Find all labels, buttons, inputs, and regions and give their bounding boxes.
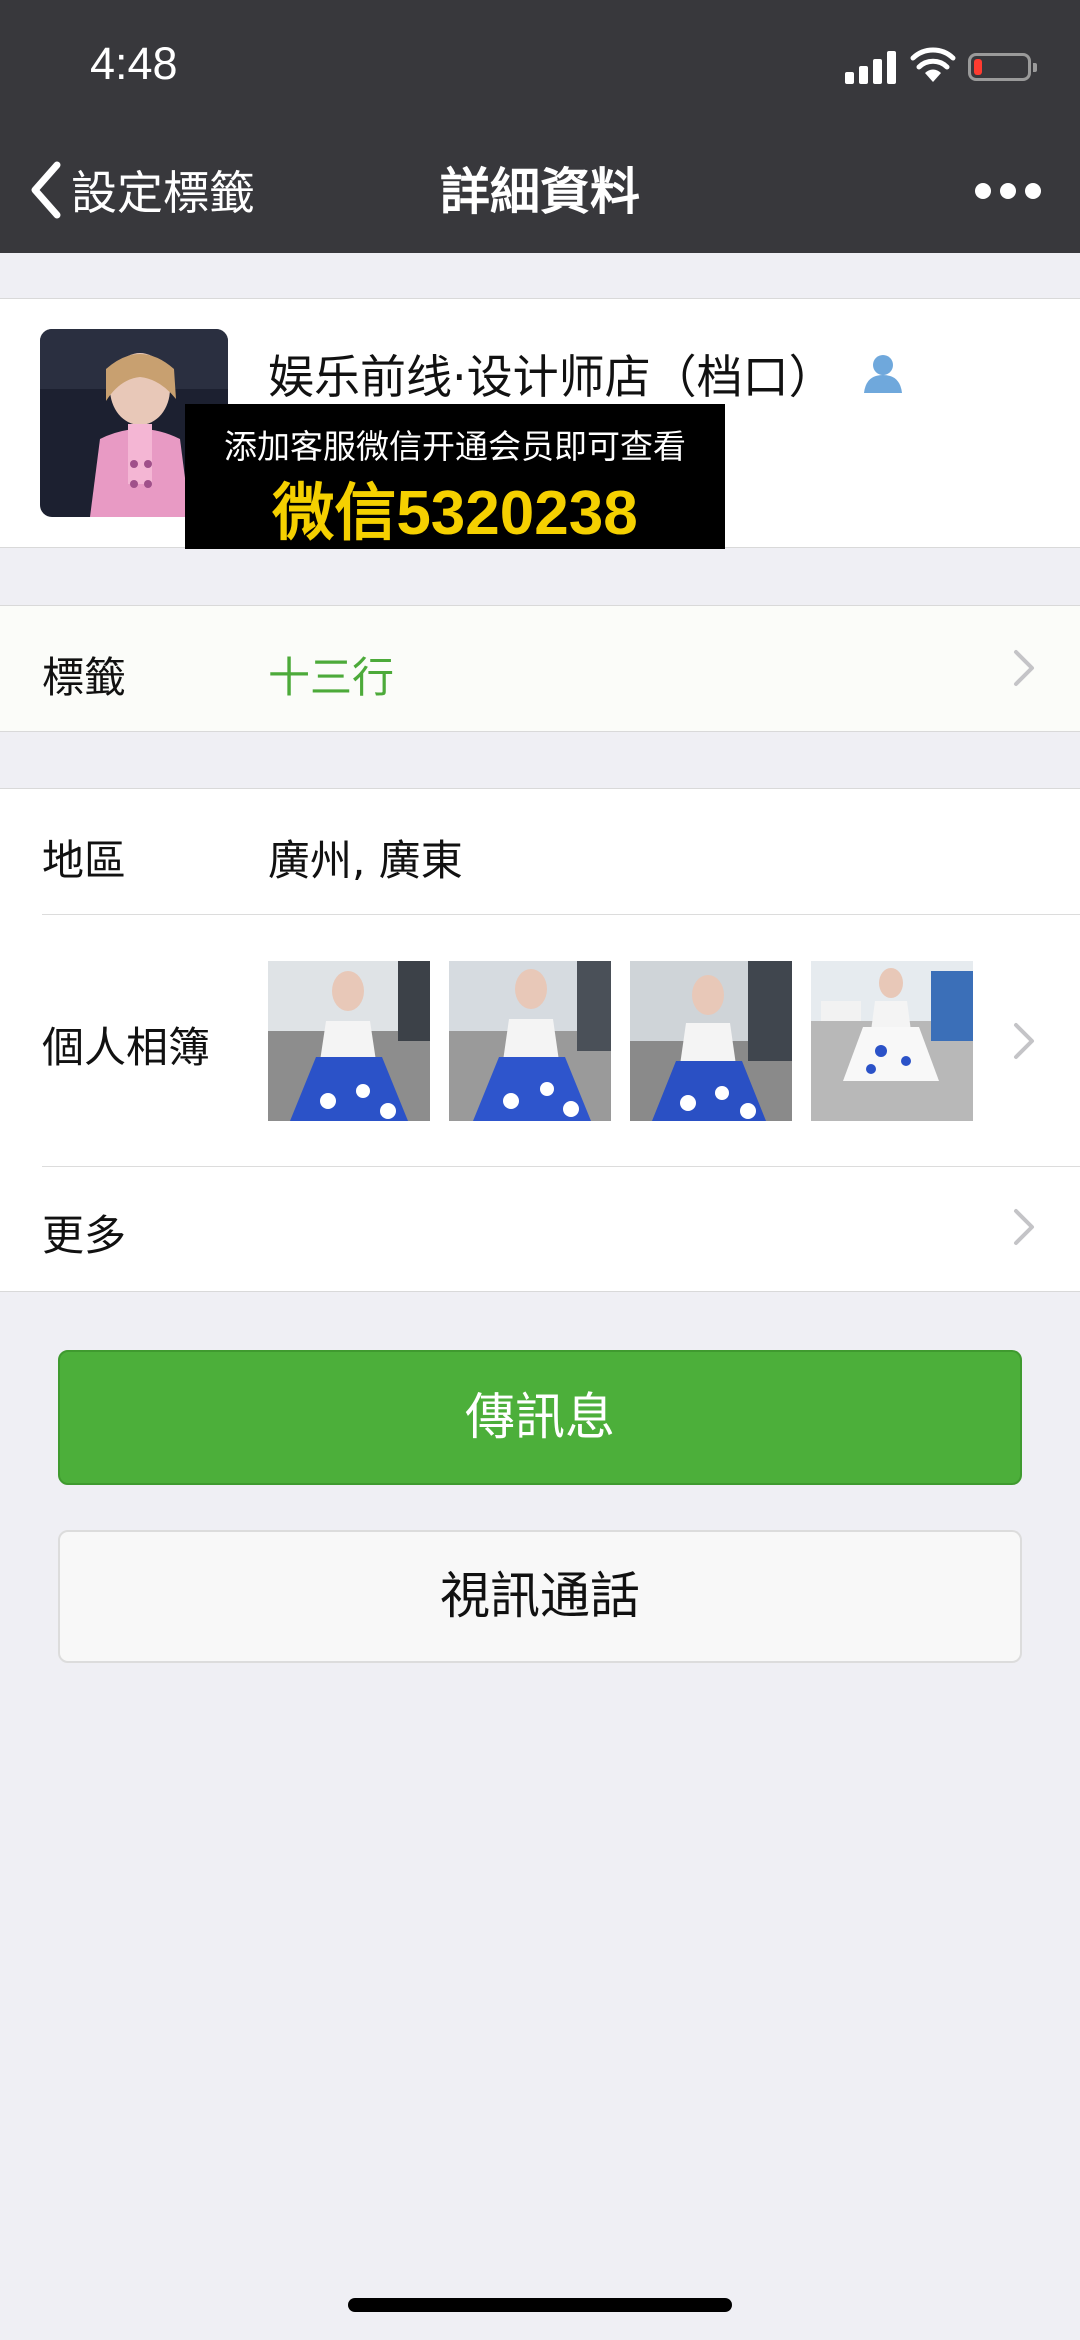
chevron-right-icon xyxy=(1014,1209,1034,1245)
home-indicator[interactable] xyxy=(348,2298,732,2312)
profile-card[interactable]: 娱乐前线·设计师店（档口） 添加客服微信开通会员即可查看 微信5320238 xyxy=(0,298,1080,549)
page-title: 詳細資料 xyxy=(440,163,640,221)
ad-watermark-banner: 添加客服微信开通会员即可查看 微信5320238 xyxy=(185,404,725,549)
video-call-button[interactable]: 視訊通話 xyxy=(58,1530,1022,1663)
more-dot-icon xyxy=(1000,183,1016,199)
region-value: 廣州, 廣東 xyxy=(268,836,463,885)
region-label: 地區 xyxy=(42,836,127,885)
tag-label: 標籤 xyxy=(42,653,127,702)
cellular-signal-icon xyxy=(845,50,897,84)
divider xyxy=(42,914,1080,915)
contact-person-icon xyxy=(864,355,902,393)
album-photo[interactable] xyxy=(630,961,792,1121)
tag-value: 十三行 xyxy=(268,653,395,702)
album-photo[interactable] xyxy=(268,961,430,1121)
album-label: 個人相簿 xyxy=(42,1023,211,1072)
chevron-right-icon xyxy=(1014,1023,1034,1059)
status-bar: 4:48 xyxy=(0,0,1080,130)
info-section: 地區 廣州, 廣東 個人相簿 更多 xyxy=(0,788,1080,1292)
nav-bar: 設定標籤 詳細資料 xyxy=(0,140,1080,250)
divider xyxy=(42,1166,1080,1167)
chevron-right-icon xyxy=(1014,650,1034,686)
more-dot-icon xyxy=(1025,183,1041,199)
tag-row[interactable]: 標籤 十三行 xyxy=(0,605,1080,732)
send-message-button[interactable]: 傳訊息 xyxy=(58,1350,1022,1485)
profile-name: 娱乐前线·设计师店（档口） xyxy=(268,350,835,404)
more-label: 更多 xyxy=(42,1211,127,1260)
ad-line-2: 微信5320238 xyxy=(272,479,638,548)
header: 4:48 設定標籤 詳細資料 xyxy=(0,0,1080,253)
wifi-icon xyxy=(910,47,956,82)
album-photo[interactable] xyxy=(811,961,973,1121)
more-options-button[interactable] xyxy=(975,180,1041,202)
ad-line-1: 添加客服微信开通会员即可查看 xyxy=(224,427,686,466)
album-photo[interactable] xyxy=(449,961,611,1121)
status-time: 4:48 xyxy=(90,38,178,89)
battery-icon xyxy=(968,53,1037,81)
more-dot-icon xyxy=(975,183,991,199)
battery-level xyxy=(974,59,982,75)
